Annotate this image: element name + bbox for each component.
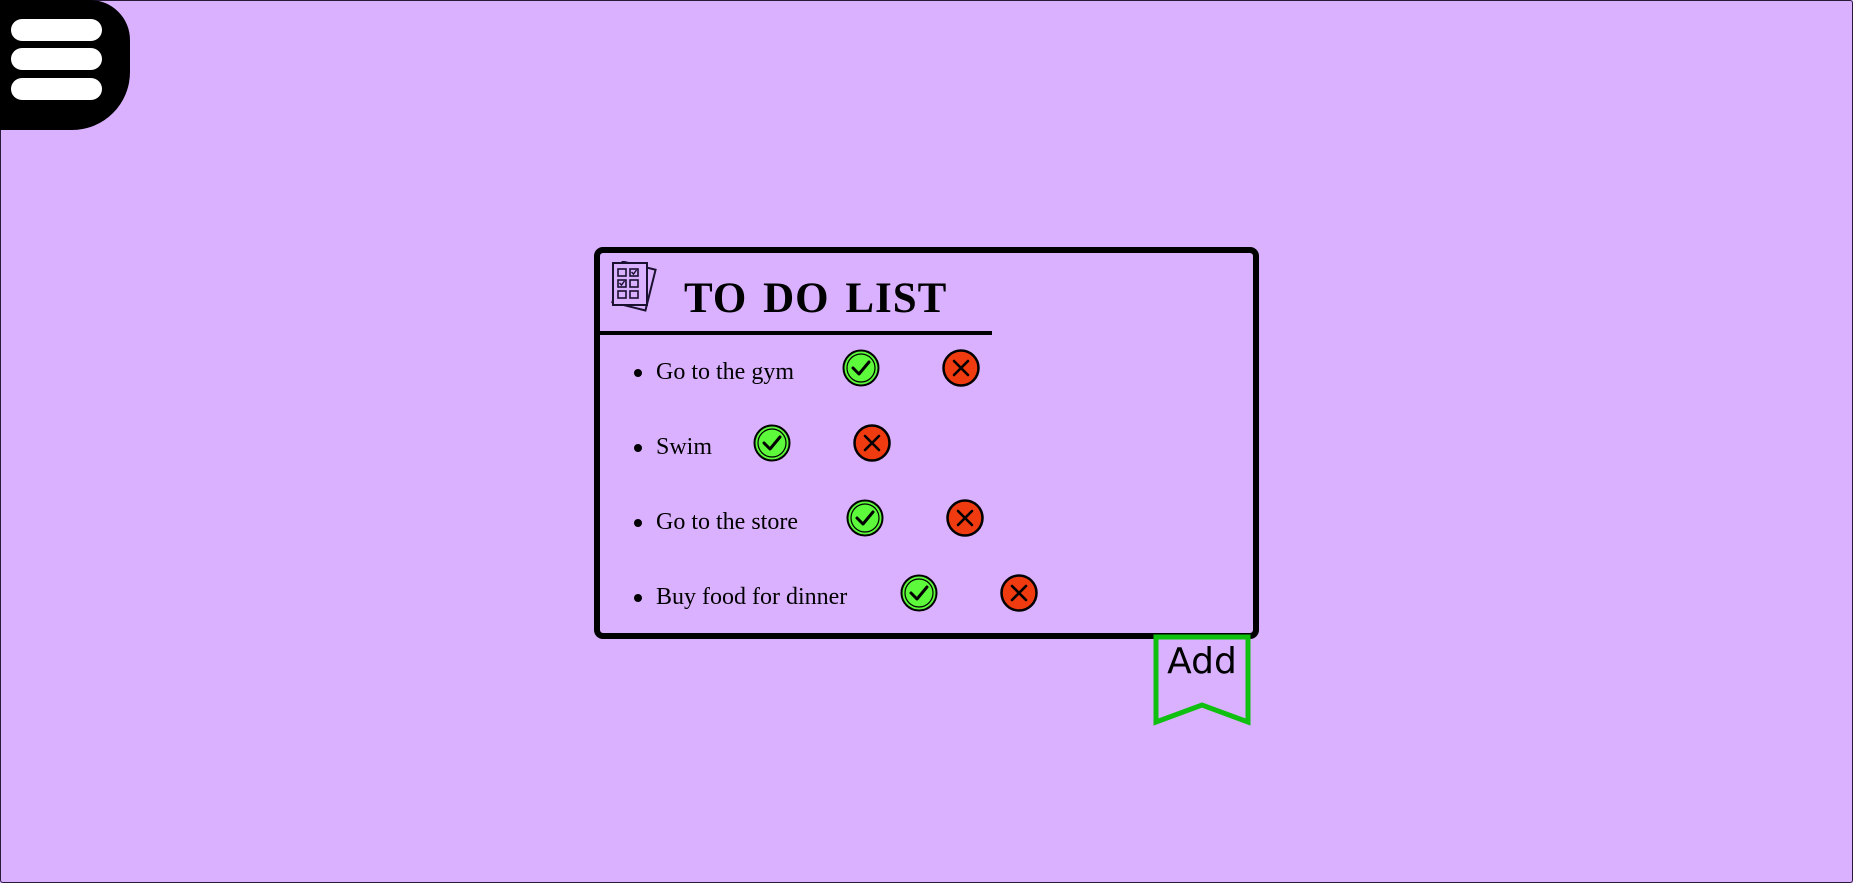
list-item: Go to the gym <box>600 335 1253 395</box>
check-circle-icon[interactable] <box>900 574 938 612</box>
task-text[interactable]: Go to the gym <box>656 360 794 384</box>
todo-card: TO DO LIST Go to the gym Swim Go to the … <box>594 247 1259 639</box>
task-text[interactable]: Buy food for dinner <box>656 585 847 609</box>
page-title: TO DO LIST <box>684 275 948 322</box>
x-circle-icon[interactable] <box>946 499 984 537</box>
bullet <box>634 519 642 527</box>
card-header: TO DO LIST <box>600 253 992 335</box>
x-circle-icon[interactable] <box>942 349 980 387</box>
task-text[interactable]: Go to the store <box>656 510 798 534</box>
bullet <box>634 369 642 377</box>
check-circle-icon[interactable] <box>842 349 880 387</box>
bullet <box>634 594 642 602</box>
x-circle-icon[interactable] <box>853 424 891 462</box>
list-item: Swim <box>600 410 1253 470</box>
list-item: Buy food for dinner <box>600 560 1253 620</box>
bullet <box>634 444 642 452</box>
x-circle-icon[interactable] <box>1000 574 1038 612</box>
add-label: Add <box>1167 641 1237 682</box>
checklist-icon <box>609 260 657 313</box>
list-item: Go to the store <box>600 485 1253 545</box>
check-circle-icon[interactable] <box>753 424 791 462</box>
menu-button[interactable] <box>0 0 130 130</box>
task-text[interactable]: Swim <box>656 435 712 459</box>
check-circle-icon[interactable] <box>846 499 884 537</box>
add-button[interactable]: Add <box>1153 634 1251 727</box>
